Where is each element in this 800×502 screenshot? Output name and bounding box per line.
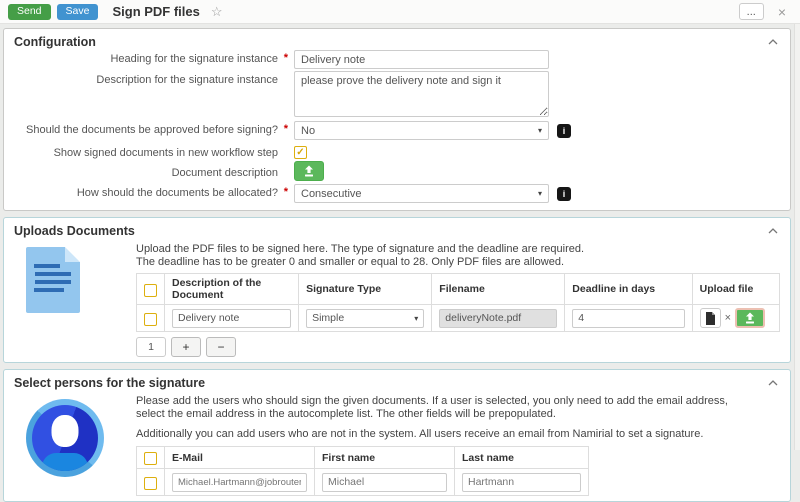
uploads-section: Uploads Documents Upload the PDF files t… bbox=[3, 217, 791, 363]
person-icon bbox=[26, 399, 104, 477]
upload-file-button[interactable] bbox=[735, 308, 765, 328]
send-button[interactable]: Send bbox=[8, 4, 51, 20]
persons-table-row bbox=[137, 469, 589, 496]
uploads-table: Description of the Document Signature Ty… bbox=[136, 273, 780, 332]
doc-description-label-text: Document description bbox=[172, 167, 278, 179]
collapse-chevron-icon[interactable] bbox=[766, 378, 780, 388]
show-signed-row: Show signed documents in new workflow st… bbox=[14, 144, 780, 159]
description-textarea[interactable]: please prove the delivery note and sign … bbox=[294, 71, 549, 117]
col-deadline: Deadline in days bbox=[565, 274, 692, 305]
view-file-button[interactable] bbox=[700, 308, 721, 328]
configuration-title: Configuration bbox=[14, 35, 766, 49]
collapse-chevron-icon[interactable] bbox=[766, 37, 780, 47]
upload-icon bbox=[744, 312, 756, 324]
description-label: Description for the signature instance bbox=[14, 71, 294, 86]
remove-row-button[interactable]: − bbox=[206, 337, 236, 357]
persons-table: E-Mail First name Last name bbox=[136, 446, 589, 496]
more-options-button[interactable]: ... bbox=[739, 3, 764, 20]
add-row-button[interactable]: + bbox=[171, 337, 201, 357]
heading-label-text: Heading for the signature instance bbox=[110, 53, 278, 65]
email-input[interactable] bbox=[172, 473, 307, 492]
vertical-scrollbar[interactable] bbox=[794, 24, 800, 450]
save-button[interactable]: Save bbox=[57, 4, 99, 20]
uploads-title: Uploads Documents bbox=[14, 224, 766, 238]
required-marker: * bbox=[284, 52, 288, 64]
persons-title: Select persons for the signature bbox=[14, 376, 766, 390]
approve-label: Should the documents be approved before … bbox=[14, 121, 294, 136]
allocation-label-text: How should the documents be allocated? bbox=[77, 187, 278, 199]
persons-info-line1: Please add the users who should sign the… bbox=[136, 395, 756, 421]
approve-row: Should the documents be approved before … bbox=[14, 121, 780, 140]
uploads-info-line1: Upload the PDF files to be signed here. … bbox=[136, 243, 584, 255]
uploads-table-header-row: Description of the Document Signature Ty… bbox=[137, 274, 780, 305]
deadline-input[interactable] bbox=[572, 309, 684, 328]
allocation-row: How should the documents be allocated? *… bbox=[14, 184, 780, 203]
caret-down-icon: ▾ bbox=[538, 189, 542, 198]
allocation-select[interactable]: Consecutive ▾ bbox=[294, 184, 549, 203]
heading-row: Heading for the signature instance * bbox=[14, 50, 780, 69]
heading-input[interactable] bbox=[294, 50, 549, 69]
show-signed-label-text: Show signed documents in new workflow st… bbox=[54, 147, 278, 159]
page-title: Sign PDF files bbox=[112, 4, 199, 19]
allocation-select-value: Consecutive bbox=[301, 188, 362, 200]
approve-select-value: No bbox=[301, 125, 315, 137]
uploads-table-row: Simple ▾ × bbox=[137, 305, 780, 332]
description-label-text: Description for the signature instance bbox=[96, 74, 278, 86]
col-description: Description of the Document bbox=[165, 274, 299, 305]
uploads-icon-column bbox=[14, 239, 136, 357]
document-description-input[interactable] bbox=[172, 309, 291, 328]
signature-type-select[interactable]: Simple ▾ bbox=[306, 309, 424, 328]
last-name-input[interactable] bbox=[462, 473, 581, 492]
uploads-info-line2: The deadline has to be greater 0 and sma… bbox=[136, 256, 564, 268]
heading-label: Heading for the signature instance * bbox=[14, 50, 294, 65]
first-name-input[interactable] bbox=[322, 473, 447, 492]
select-all-checkbox[interactable] bbox=[144, 452, 157, 465]
approve-select[interactable]: No ▾ bbox=[294, 121, 549, 140]
doc-description-row: Document description bbox=[14, 161, 780, 181]
show-signed-checkbox[interactable]: ✓ bbox=[294, 146, 307, 159]
approve-label-text: Should the documents be approved before … bbox=[26, 124, 278, 136]
uploads-header: Uploads Documents bbox=[14, 222, 780, 239]
configuration-section: Configuration Heading for the signature … bbox=[3, 28, 791, 211]
toolbar: Send Save Sign PDF files ☆ ... × bbox=[0, 0, 800, 24]
info-icon[interactable]: i bbox=[557, 124, 571, 138]
col-upload-file: Upload file bbox=[692, 274, 779, 305]
close-icon[interactable]: × bbox=[778, 4, 786, 20]
uploads-info-text: Upload the PDF files to be signed here. … bbox=[136, 243, 780, 269]
select-all-checkbox[interactable] bbox=[144, 284, 157, 297]
col-signature-type: Signature Type bbox=[299, 274, 432, 305]
row-checkbox[interactable] bbox=[144, 313, 157, 326]
required-marker: * bbox=[284, 123, 288, 135]
configuration-header: Configuration bbox=[14, 33, 780, 50]
caret-down-icon: ▾ bbox=[538, 126, 542, 135]
filename-readonly-input bbox=[439, 309, 557, 328]
file-icon bbox=[705, 312, 716, 325]
signature-type-value: Simple bbox=[312, 312, 344, 324]
row-checkbox[interactable] bbox=[144, 477, 157, 490]
caret-down-icon: ▾ bbox=[414, 314, 418, 323]
remove-file-icon[interactable]: × bbox=[724, 312, 732, 324]
info-icon[interactable]: i bbox=[557, 187, 571, 201]
allocation-label: How should the documents be allocated? * bbox=[14, 184, 294, 199]
persons-section: Select persons for the signature Please … bbox=[3, 369, 791, 502]
upload-icon bbox=[303, 165, 315, 177]
description-row: Description for the signature instance p… bbox=[14, 71, 780, 117]
doc-description-upload-button[interactable] bbox=[294, 161, 324, 181]
persons-info-line2: Additionally you can add users who are n… bbox=[136, 428, 780, 441]
doc-description-label: Document description bbox=[14, 161, 294, 179]
persons-icon-column bbox=[14, 391, 136, 496]
document-icon bbox=[26, 247, 80, 313]
show-signed-label: Show signed documents in new workflow st… bbox=[14, 144, 294, 159]
favorite-star-icon[interactable]: ☆ bbox=[211, 4, 223, 20]
collapse-chevron-icon[interactable] bbox=[766, 226, 780, 236]
row-count-input[interactable] bbox=[136, 337, 166, 357]
col-filename: Filename bbox=[432, 274, 565, 305]
rows-pager: + − bbox=[136, 337, 780, 357]
persons-header: Select persons for the signature bbox=[14, 374, 780, 391]
required-marker: * bbox=[284, 186, 288, 198]
